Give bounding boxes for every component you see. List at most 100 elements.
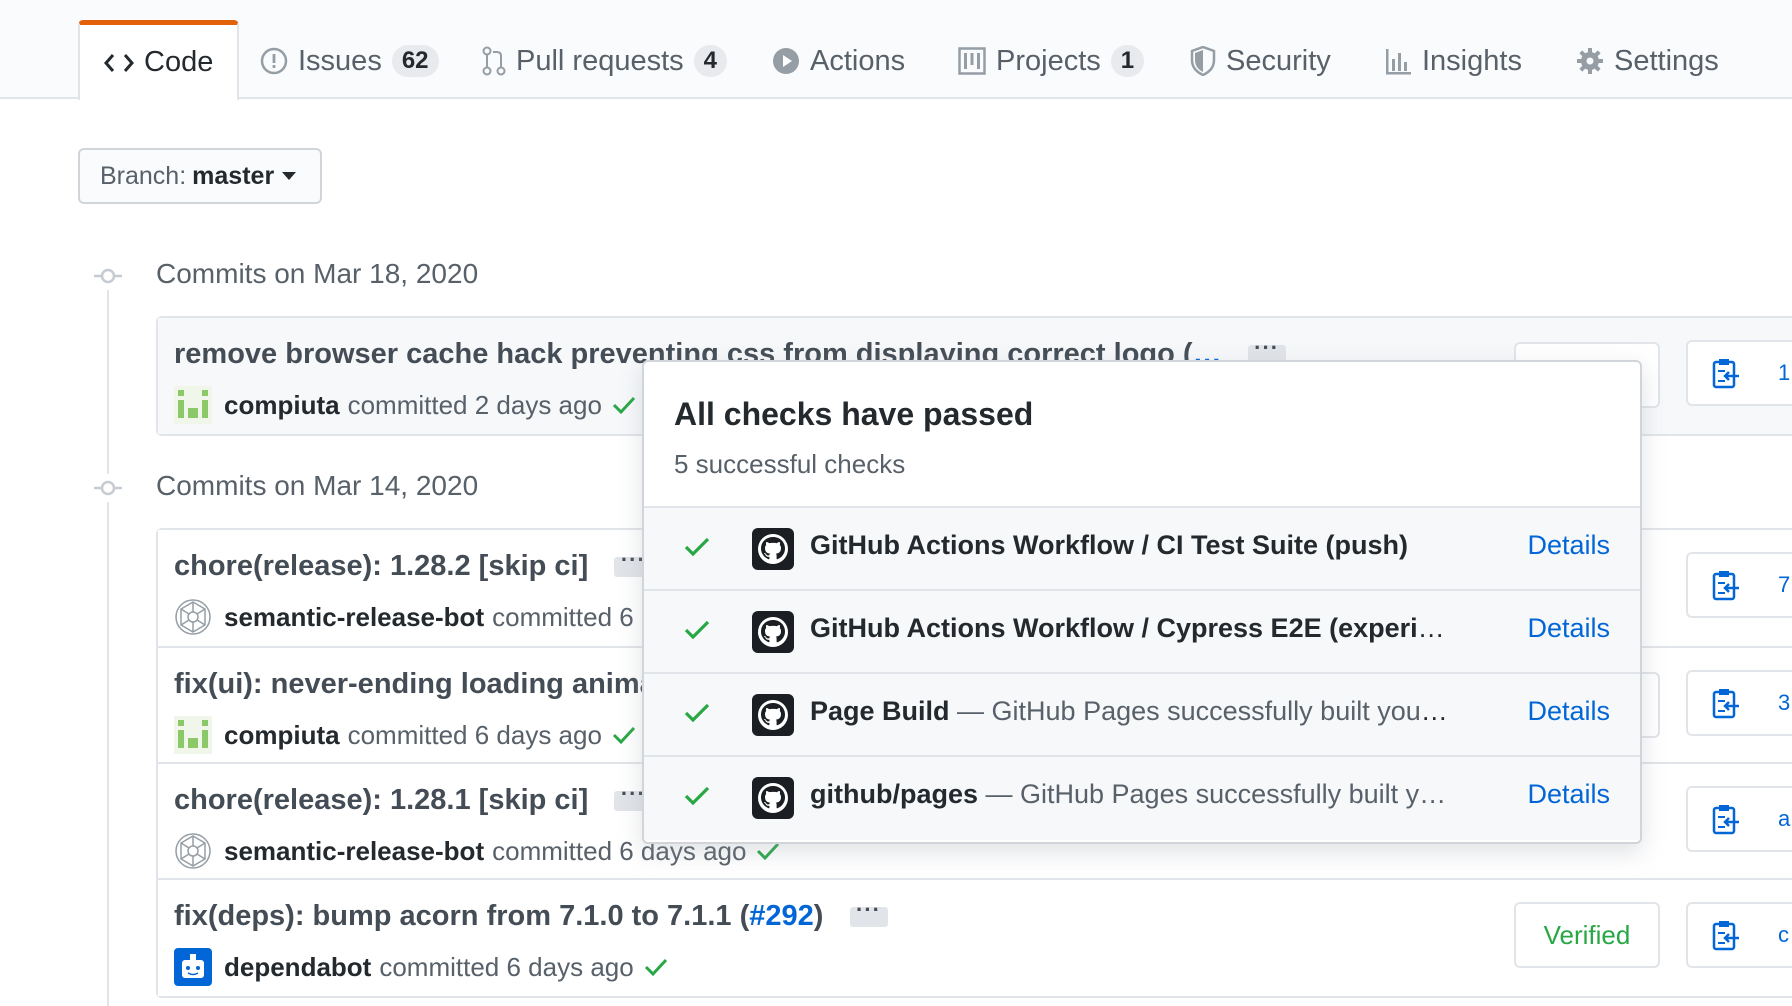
avatar[interactable] <box>174 716 212 754</box>
check-icon <box>684 536 710 563</box>
tab-settings[interactable]: Settings <box>1576 22 1719 100</box>
copy-sha-button[interactable] <box>1686 552 1766 618</box>
branch-value: master <box>192 161 275 190</box>
check-row: Page Build — GitHub Pages successfully b… <box>644 674 1640 757</box>
check-details-link[interactable]: Details <box>1527 530 1610 561</box>
commit-author[interactable]: dependabot <box>224 952 371 983</box>
tab-security[interactable]: Security <box>1190 22 1331 100</box>
avatar[interactable] <box>174 386 212 424</box>
commit-author[interactable]: semantic-release-bot <box>224 602 484 633</box>
commit-time: committed 6 days ago <box>379 951 634 982</box>
gear-icon <box>1576 47 1604 75</box>
tab-label: Projects <box>996 44 1101 77</box>
commit-author[interactable]: compiuta <box>224 390 340 421</box>
commit-sha-link[interactable]: c <box>1764 902 1792 968</box>
expand-message-button[interactable] <box>849 897 888 928</box>
commit-title[interactable]: fix(ui): never-ending loading animation <box>174 668 709 701</box>
project-icon <box>958 47 986 75</box>
check-icon <box>684 619 710 646</box>
commit-title[interactable]: fix(deps): bump acorn from 7.1.0 to 7.1.… <box>174 897 888 933</box>
github-logo-icon <box>752 528 794 570</box>
github-logo-icon <box>752 611 794 653</box>
copy-sha-button[interactable] <box>1686 340 1766 406</box>
check-name: Page Build — GitHub Pages successfully b… <box>810 696 1450 727</box>
graph-icon <box>1384 47 1412 75</box>
check-row: GitHub Actions Workflow / Cypress E2E (e… <box>644 591 1640 674</box>
check-name: GitHub Actions Workflow / Cypress E2E (e… <box>810 613 1450 644</box>
verified-badge[interactable]: Verified <box>1514 902 1660 968</box>
tab-insights[interactable]: Insights <box>1384 22 1522 100</box>
popover-header: All checks have passed 5 successful chec… <box>644 362 1640 508</box>
check-icon[interactable] <box>756 841 780 861</box>
repo-nav-tabs: Code Issues 62 Pull requests 4 Actions P… <box>0 0 1792 100</box>
copy-sha-button[interactable] <box>1686 670 1766 736</box>
github-logo-icon <box>752 694 794 736</box>
checks-popover: All checks have passed 5 successful chec… <box>642 360 1642 844</box>
check-icon <box>684 785 710 812</box>
commit-group-title: Commits on Mar 14, 2020 <box>156 470 479 501</box>
commit-author[interactable]: semantic-release-bot <box>224 836 484 867</box>
commit-sha-link[interactable]: 7 <box>1764 552 1792 618</box>
check-title: github/pages <box>810 779 978 809</box>
check-details-link[interactable]: Details <box>1527 696 1610 727</box>
commit-group-title: Commits on Mar 18, 2020 <box>156 258 479 289</box>
commit-time: committed 6 days ago <box>347 719 602 750</box>
git-pull-request-icon <box>482 46 506 76</box>
tab-label: Insights <box>1422 44 1522 77</box>
git-commit-icon <box>94 474 122 502</box>
branch-select-button[interactable]: Branch: master <box>78 148 322 204</box>
check-name: github/pages — GitHub Pages successfully… <box>810 779 1450 810</box>
commit-sha-link[interactable]: 1 <box>1764 340 1792 406</box>
caret-down-icon <box>282 172 297 180</box>
avatar[interactable] <box>174 948 212 986</box>
pull-request-link[interactable]: #292 <box>749 900 814 932</box>
pull-requests-counter: 4 <box>693 45 728 77</box>
shield-icon <box>1190 46 1216 76</box>
tab-label: Pull requests <box>516 44 684 77</box>
issue-opened-icon <box>260 47 288 75</box>
tab-issues[interactable]: Issues 62 <box>260 22 439 100</box>
tab-pull-requests[interactable]: Pull requests 4 <box>482 22 728 100</box>
tab-label: Security <box>1226 44 1331 77</box>
check-name: GitHub Actions Workflow / CI Test Suite … <box>810 530 1450 561</box>
commit-author[interactable]: compiuta <box>224 720 340 751</box>
commit-title-text: chore(release): 1.28.2 [skip ci] <box>174 550 589 582</box>
tab-label: Issues <box>298 44 382 77</box>
commit-meta: dependabot committed 6 days ago <box>174 948 668 986</box>
check-row: github/pages — GitHub Pages successfully… <box>644 757 1640 840</box>
copy-sha-button[interactable] <box>1686 786 1766 852</box>
avatar[interactable] <box>174 598 212 636</box>
commit-meta: compiuta committed 2 days ago <box>174 386 636 424</box>
commit-title-text: fix(deps): bump acorn from 7.1.0 to 7.1.… <box>174 900 750 932</box>
commit-sha-link[interactable]: a <box>1764 786 1792 852</box>
copy-sha-button[interactable] <box>1686 902 1766 968</box>
check-icon[interactable] <box>644 957 668 977</box>
commit-sha-link[interactable]: 3 <box>1764 670 1792 736</box>
projects-counter: 1 <box>1110 45 1145 77</box>
commit-title[interactable]: chore(release): 1.28.1 [skip ci] <box>174 781 653 817</box>
tab-label: Settings <box>1614 44 1719 77</box>
check-details-link[interactable]: Details <box>1527 613 1610 644</box>
avatar[interactable] <box>174 832 212 870</box>
tab-projects[interactable]: Projects 1 <box>958 22 1145 100</box>
branch-label: Branch: <box>100 161 187 190</box>
github-logo-icon <box>752 777 794 819</box>
clippy-icon <box>1712 359 1739 389</box>
check-title: GitHub Actions Workflow / CI Test Suite … <box>810 530 1408 560</box>
commit-title-suffix: ) <box>813 900 824 932</box>
play-icon <box>772 47 800 75</box>
commit-title-text: fix(ui): never-ending loading animation <box>174 668 709 700</box>
check-title: Page Build <box>810 696 950 726</box>
tab-code[interactable]: Code <box>78 20 240 100</box>
check-icon[interactable] <box>612 395 636 415</box>
check-description: — GitHub Pages successfully built y… <box>978 779 1447 809</box>
check-row: GitHub Actions Workflow / CI Test Suite … <box>644 508 1640 591</box>
check-title: GitHub Actions Workflow / Cypress E2E (e… <box>810 613 1450 643</box>
check-details-link[interactable]: Details <box>1527 779 1610 810</box>
clippy-icon <box>1712 571 1739 601</box>
tab-actions[interactable]: Actions <box>772 22 905 100</box>
commit-row: fix(deps): bump acorn from 7.1.0 to 7.1.… <box>158 878 1792 996</box>
clippy-icon <box>1712 805 1739 835</box>
check-icon[interactable] <box>612 725 636 745</box>
commit-title[interactable]: chore(release): 1.28.2 [skip ci] <box>174 547 653 583</box>
